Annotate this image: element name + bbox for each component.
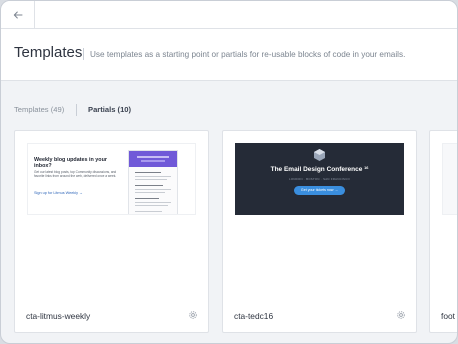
page-header: Templates Use templates as a starting po…	[1, 29, 457, 81]
tab-partials[interactable]: Partials (10)	[88, 105, 131, 114]
template-card[interactable]: foot	[429, 130, 457, 333]
tab-templates[interactable]: Templates (49)	[14, 105, 64, 114]
thumbnail-cta-button: Get your tickets now →	[294, 186, 345, 195]
page-title: Templates	[14, 44, 83, 61]
banner-text-line	[141, 160, 165, 162]
phone-preview	[128, 150, 178, 214]
template-card[interactable]: Weekly blog updates in your inbox? Get o…	[14, 130, 209, 333]
gear-icon[interactable]	[396, 310, 406, 320]
thumbnail-body: Get our latest blog posts, top Community…	[34, 170, 117, 178]
preview-text-line	[135, 189, 171, 191]
page-description: Use templates as a starting point or par…	[90, 50, 406, 59]
card-name[interactable]: foot	[441, 311, 455, 321]
arrow-left-icon	[13, 11, 22, 19]
preview-text-line	[135, 185, 163, 187]
banner-text-line	[137, 156, 169, 158]
card-thumbnail[interactable]	[442, 143, 457, 215]
preview-text-line	[135, 205, 168, 207]
back-button[interactable]	[1, 1, 35, 29]
thumbnail-title-text: The Email Design Conference	[270, 166, 363, 173]
gear-icon[interactable]	[188, 310, 198, 320]
thumbnail-link: Sign up for Litmus Weekly →	[34, 191, 83, 195]
preview-text-line	[135, 211, 162, 213]
phone-preview-banner	[129, 151, 177, 167]
card-thumbnail[interactable]: Weekly blog updates in your inbox? Get o…	[27, 143, 196, 215]
template-card[interactable]: The Email Design Conference 16 LONDON · …	[222, 130, 417, 333]
thumbnail-title-sup: 16	[364, 166, 369, 170]
thumbnail-heading: Weekly blog updates in your inbox?	[34, 157, 107, 170]
thumbnail-subtitle: LONDON · BOSTON · SAN FRANCISCO	[289, 177, 350, 181]
preview-text-line	[135, 176, 171, 178]
preview-text-line	[135, 192, 165, 194]
top-bar	[1, 1, 457, 29]
preview-text-line	[135, 172, 161, 174]
card-name[interactable]: cta-litmus-weekly	[26, 311, 90, 321]
tab-divider	[76, 104, 77, 116]
preview-text-line	[135, 179, 167, 181]
title-divider	[83, 48, 84, 60]
preview-text-line	[135, 198, 159, 200]
app-window: Templates Use templates as a starting po…	[0, 0, 458, 344]
card-thumbnail[interactable]: The Email Design Conference 16 LONDON · …	[235, 143, 404, 215]
preview-text-line	[135, 202, 171, 204]
card-name[interactable]: cta-tedc16	[234, 311, 273, 321]
thumbnail-title: The Email Design Conference 16	[235, 166, 404, 173]
conference-logo-icon	[314, 149, 325, 161]
